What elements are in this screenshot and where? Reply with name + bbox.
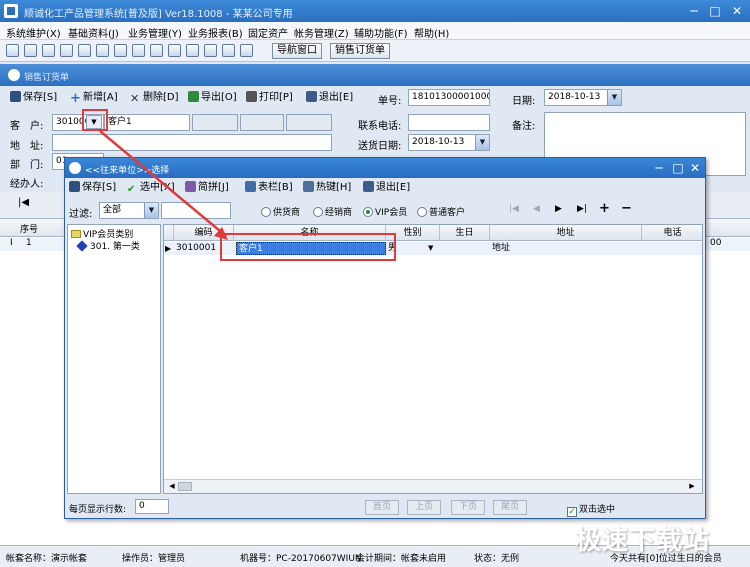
watermark: 极速下载站 [575,526,711,556]
annotation-arrow [99,130,228,240]
